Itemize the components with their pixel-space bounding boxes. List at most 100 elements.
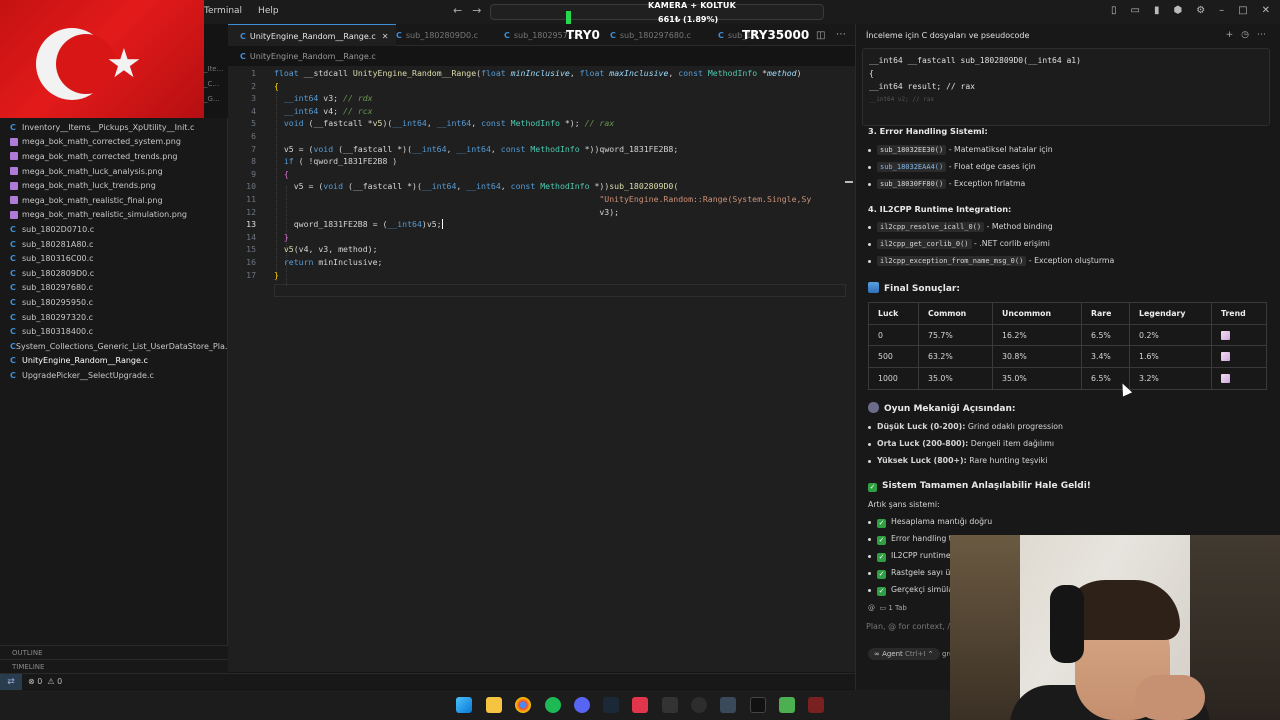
sidebar-edge-labels: _Ite... _C... _G... <box>204 62 228 107</box>
scrollbar-marker[interactable] <box>845 181 853 183</box>
layout-secondary-icon[interactable]: ▮ <box>1154 5 1160 16</box>
new-chat-icon[interactable]: + <box>1226 30 1234 40</box>
file-list: C Inventory__Items__Pickups_XpUtility__In… <box>0 120 228 383</box>
tab-label: UnityEngine_Random__Range.c <box>249 32 376 41</box>
file-item[interactable]: Csub_180297680.c <box>0 281 228 296</box>
menu-bar: Terminal Help <box>204 6 279 16</box>
settings-icon[interactable]: ⚙ <box>1196 5 1205 16</box>
code-block-line: __int64 __fastcall sub_1802809D0(__int64… <box>869 56 1081 65</box>
file-item[interactable]: Csub_180316C00.c <box>0 251 228 266</box>
discord-icon[interactable] <box>574 697 590 713</box>
results-table: Luck Common Uncommon Rare Legendary Tren… <box>868 302 1267 390</box>
table-cell: 35.0% <box>918 367 993 390</box>
game-app-icon[interactable] <box>808 697 824 713</box>
file-item[interactable]: mega_bok_math_luck_trends.png <box>0 178 228 193</box>
chrome-icon[interactable] <box>515 697 531 713</box>
check-icon: ✓ <box>877 570 886 579</box>
extensions-icon[interactable]: ⬢ <box>1173 5 1182 16</box>
menu-terminal[interactable]: Terminal <box>204 6 242 16</box>
file-item[interactable]: Csub_1802D0710.c <box>0 222 228 237</box>
file-item[interactable]: C Inventory__Items__Pickups_XpUtility__In… <box>0 120 228 135</box>
check-icon: ✓ <box>877 587 886 596</box>
file-explorer-icon[interactable] <box>486 697 502 713</box>
back-arrow-icon[interactable]: ← <box>453 4 462 17</box>
file-item[interactable]: mega_bok_math_realistic_simulation.png <box>0 208 228 223</box>
c-file-icon: C <box>10 370 16 380</box>
code-text: { <box>274 80 279 91</box>
line-number: 15 <box>246 244 256 255</box>
file-item[interactable]: Csub_180281A80.c <box>0 237 228 252</box>
steam-icon[interactable] <box>603 697 619 713</box>
file-item[interactable]: Csub_180318400.c <box>0 324 228 339</box>
app-stripe-icon[interactable] <box>662 697 678 713</box>
breadcrumb[interactable]: C UnityEngine_Random__Range.c <box>240 52 376 61</box>
stream-overlay-amount: 661₺ (1.89%) <box>658 15 719 24</box>
more-actions-icon[interactable]: ⋯ <box>836 29 846 40</box>
windows-start-icon[interactable] <box>456 697 472 713</box>
trend-chart-icon <box>1221 330 1230 340</box>
tab-sub-180297680[interactable]: Csub_180297680.c <box>610 24 691 46</box>
remote-icon[interactable]: ⇄ <box>0 674 22 690</box>
list-item: sub_18032EAA4() - Float edge cases için <box>868 162 1036 172</box>
edge-label: _Ite... <box>204 65 224 73</box>
code-text: } <box>274 269 279 280</box>
table-header: Legendary <box>1129 302 1212 325</box>
split-editor-icon[interactable]: ◫ <box>816 30 825 41</box>
image-file-icon <box>10 210 18 219</box>
close-window-icon[interactable]: ✕ <box>1262 5 1270 16</box>
file-item[interactable]: Csub_180295950.c <box>0 295 228 310</box>
app-green-icon[interactable] <box>779 697 795 713</box>
forward-arrow-icon[interactable]: → <box>472 4 481 17</box>
context-row[interactable]: @ ▭ 1 Tab <box>868 604 907 612</box>
maximize-icon[interactable]: □ <box>1238 5 1247 16</box>
obs-icon[interactable] <box>691 697 707 713</box>
tab-label: sub_180297680.c <box>619 31 691 40</box>
tab-unityengine-random-range[interactable]: C UnityEngine_Random__Range.c ✕ <box>228 24 397 46</box>
code-line: 1 float __stdcall UnityEngine_Random__Ran… <box>228 68 855 81</box>
table-header: Uncommon <box>992 302 1082 325</box>
outline-section[interactable]: OUTLINE <box>0 645 228 659</box>
code-line: 14 } <box>228 232 855 245</box>
line-number: 16 <box>246 257 256 267</box>
minimize-icon[interactable]: – <box>1219 5 1224 16</box>
file-item[interactable]: Csub_180297320.c <box>0 310 228 325</box>
agent-mode-button[interactable]: ∞ Agent Ctrl+I ⌃ <box>868 648 940 660</box>
problems-count[interactable]: ⊗ 0 ⚠ 0 <box>28 677 62 686</box>
file-label: UnityEngine_Random__Range.c <box>22 356 148 366</box>
timeline-section[interactable]: TIMELINE <box>0 659 228 673</box>
file-item[interactable]: mega_bok_math_luck_analysis.png <box>0 164 228 179</box>
image-file-icon <box>10 167 18 176</box>
file-item[interactable]: C System_Collections_Generic_List_UserDat… <box>0 339 228 354</box>
file-item[interactable]: C UpgradePicker__SelectUpgrade.c <box>0 368 228 383</box>
cursor-app-icon[interactable] <box>750 697 766 713</box>
flag-overlay: ★ <box>0 0 204 118</box>
tab-sub-1802809d0[interactable]: Csub_1802809D0.c <box>396 24 478 46</box>
app-tool-icon[interactable] <box>720 697 736 713</box>
system-done-title: ✓ Sistem Tamamen Anlaşılabilir Hale Geldi… <box>868 481 1091 492</box>
file-item[interactable]: C UnityEngine_Random__Range.c <box>0 354 228 369</box>
pseudocode-block: __int64 __fastcall sub_1802809D0(__int64… <box>862 48 1270 126</box>
menu-help[interactable]: Help <box>258 6 279 16</box>
layout-panel-icon[interactable]: ▭ <box>1130 5 1139 16</box>
line-number: 12 <box>246 206 256 217</box>
app-red-icon[interactable] <box>632 697 648 713</box>
file-item[interactable]: Csub_1802809D0.c <box>0 266 228 281</box>
list-text: - Method binding <box>984 222 1053 231</box>
code-text: v5(v4, v3, method); <box>283 244 378 255</box>
tab-sub-1802957[interactable]: Csub_1802957... <box>504 24 575 46</box>
code-text: return minInclusive; <box>283 257 383 267</box>
spotify-icon[interactable] <box>545 697 561 713</box>
mention-icon[interactable]: @ <box>868 604 875 612</box>
code-text: "UnityEngine.Random::Range(System.Single… <box>599 194 812 204</box>
code-editor[interactable]: 1 float __stdcall UnityEngine_Random__Ran… <box>228 66 855 672</box>
file-item[interactable]: mega_bok_math_corrected_system.png <box>0 135 228 150</box>
code-line: 15 v5(v4, v3, method); <box>228 244 855 257</box>
file-item[interactable]: mega_bok_math_realistic_final.png <box>0 193 228 208</box>
layout-sidebar-icon[interactable]: ▯ <box>1111 5 1117 16</box>
file-item[interactable]: mega_bok_math_corrected_trends.png <box>0 149 228 164</box>
c-file-icon: C <box>504 31 510 40</box>
more-icon[interactable]: ⋯ <box>1257 30 1266 40</box>
history-icon[interactable]: ◷ <box>1241 30 1249 40</box>
file-label: Inventory__Items__Pickups_XpUtility__Ini… <box>22 122 195 132</box>
close-tab-icon[interactable]: ✕ <box>382 32 389 41</box>
